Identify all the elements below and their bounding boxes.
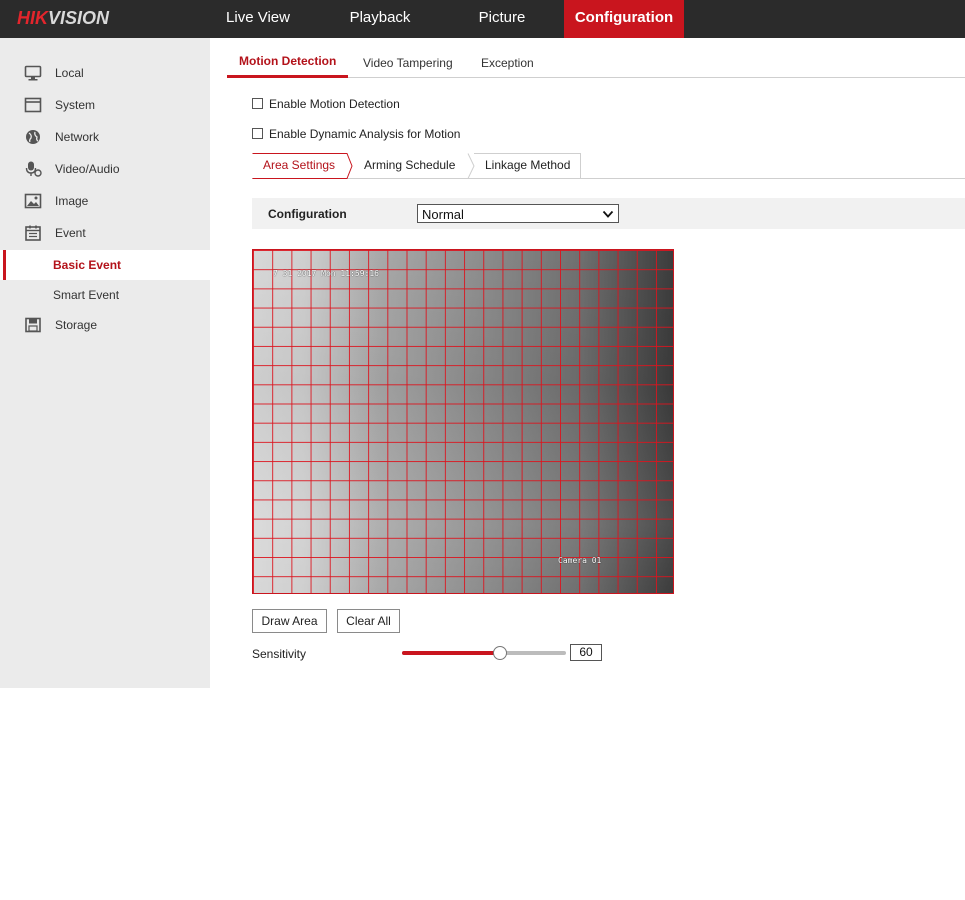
configuration-select-value: Normal (422, 207, 464, 222)
subtab-linkage-method[interactable]: Linkage Method (485, 153, 570, 179)
sidebar-item-video-audio[interactable]: Video/Audio (0, 154, 210, 184)
nav-playback[interactable]: Playback (336, 0, 424, 38)
motion-subtabs: Area Settings Arming Schedule Linkage Me… (252, 153, 965, 179)
monitor-icon (24, 65, 42, 81)
slider-fill (402, 651, 501, 655)
enable-dynamic-analysis-checkbox[interactable]: Enable Dynamic Analysis for Motion (252, 126, 472, 142)
slider-thumb[interactable] (493, 646, 508, 660)
calendar-icon (25, 225, 41, 241)
sidebar-item-system[interactable]: System (0, 90, 210, 120)
nav-configuration[interactable]: Configuration (564, 0, 684, 38)
logo-red-part: HIK (17, 8, 48, 28)
sidebar-item-label: System (55, 98, 96, 112)
microphone-icon (25, 161, 42, 177)
motion-area-video[interactable]: 7 31 2017 Mon 11:59:16 Camera 01 (252, 249, 674, 594)
clear-all-button[interactable]: Clear All (337, 609, 400, 633)
checkbox-box[interactable] (252, 98, 263, 109)
configuration-select[interactable]: Normal (417, 204, 619, 223)
osd-datetime: 7 31 2017 Mon 11:59:16 (273, 269, 379, 278)
chevron-down-icon (602, 210, 614, 218)
osd-camera-name: Camera 01 (558, 556, 602, 565)
enable-motion-detection-checkbox[interactable]: Enable Motion Detection (252, 96, 412, 112)
checkbox-label: Enable Motion Detection (269, 97, 400, 111)
sensitivity-value-input[interactable]: 60 (570, 644, 602, 661)
sensitivity-slider[interactable] (402, 645, 566, 661)
sidebar-item-label: Network (55, 130, 100, 144)
configuration-label: Configuration (268, 207, 347, 221)
nav-live-view[interactable]: Live View (212, 0, 304, 38)
storage-icon (25, 317, 41, 333)
configuration-row: Configuration Normal (252, 198, 965, 229)
window-icon (24, 97, 42, 113)
sidebar: Local System Network Video/Audio Image E… (0, 38, 210, 688)
sidebar-item-label: Event (55, 226, 86, 240)
sidebar-item-label: Local (55, 66, 84, 80)
sidebar-item-local[interactable]: Local (0, 58, 210, 88)
hikvision-logo: HIKVISION (17, 8, 109, 29)
logo-rest-part: VISION (48, 8, 110, 28)
tab-video-tampering[interactable]: Video Tampering (363, 56, 453, 80)
sidebar-sub-basic-event[interactable]: Basic Event (0, 250, 210, 280)
checkbox-label: Enable Dynamic Analysis for Motion (269, 127, 461, 141)
sidebar-sub-label: Basic Event (53, 258, 122, 272)
sidebar-item-network[interactable]: Network (0, 122, 210, 152)
checkbox-box[interactable] (252, 128, 263, 139)
top-navigation-bar: HIKVISION Live View Playback Picture Con… (0, 0, 965, 38)
draw-area-button[interactable]: Draw Area (252, 609, 327, 633)
sidebar-item-label: Storage (55, 318, 98, 332)
sidebar-sub-label: Smart Event (53, 288, 120, 302)
sidebar-item-event[interactable]: Event (0, 218, 210, 248)
globe-icon (26, 130, 40, 144)
subtab-area-settings[interactable]: Area Settings (252, 153, 348, 179)
picture-icon (24, 193, 42, 209)
event-tabs: Motion Detection Video Tampering Excepti… (227, 50, 965, 78)
tab-exception[interactable]: Exception (481, 56, 534, 80)
sidebar-item-image[interactable]: Image (0, 186, 210, 216)
nav-picture[interactable]: Picture (462, 0, 542, 38)
sidebar-item-storage[interactable]: Storage (0, 310, 210, 340)
motion-detection-grid[interactable] (253, 250, 673, 593)
sidebar-sub-smart-event[interactable]: Smart Event (0, 280, 210, 310)
sidebar-item-label: Video/Audio (55, 162, 120, 176)
subtab-arming-schedule[interactable]: Arming Schedule (364, 153, 455, 179)
tab-motion-detection[interactable]: Motion Detection (227, 54, 348, 78)
sidebar-item-label: Image (55, 194, 89, 208)
sensitivity-label: Sensitivity (252, 647, 307, 661)
